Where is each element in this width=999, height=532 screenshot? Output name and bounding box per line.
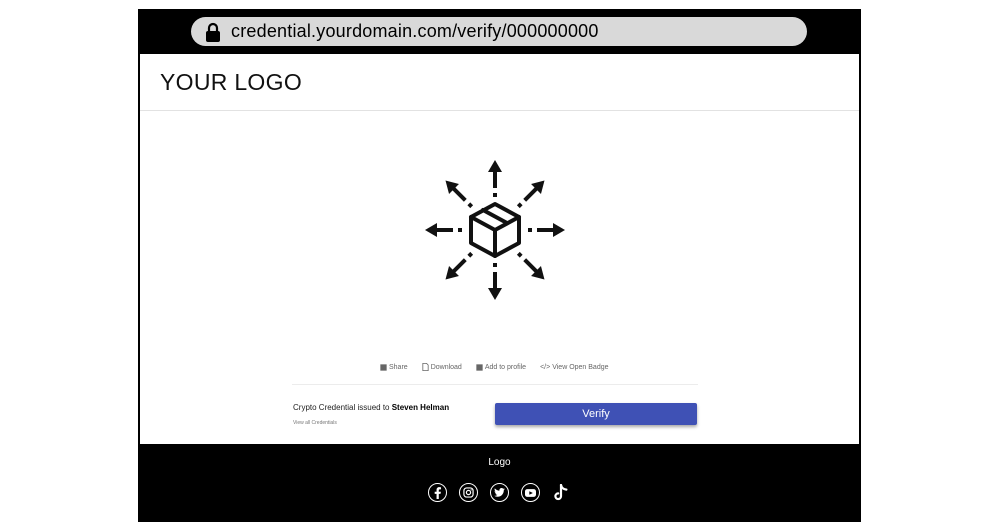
credential-actions: Share Download Add to profile </> View O… bbox=[380, 363, 609, 371]
share-icon bbox=[380, 363, 387, 371]
box-distribution-icon bbox=[425, 160, 565, 300]
divider bbox=[292, 384, 698, 385]
footer-logo[interactable]: Logo bbox=[138, 457, 861, 468]
lock-icon bbox=[205, 21, 223, 43]
credential-page: YOUR LOGO Share Download Add to profile … bbox=[140, 54, 859, 444]
issued-to-text: Crypto Credential issued to Steven Helma… bbox=[293, 403, 449, 412]
download-button[interactable]: Download bbox=[422, 363, 462, 371]
address-bar[interactable]: credential.yourdomain.com/verify/0000000… bbox=[191, 17, 807, 46]
verify-button[interactable]: Verify bbox=[495, 403, 697, 425]
add-to-profile-button[interactable]: Add to profile bbox=[476, 363, 526, 371]
view-open-badge-button[interactable]: </> View Open Badge bbox=[540, 363, 608, 371]
add-to-profile-label: Add to profile bbox=[484, 363, 527, 371]
twitter-icon[interactable] bbox=[490, 483, 509, 502]
site-header: YOUR LOGO bbox=[140, 54, 859, 111]
social-links bbox=[428, 483, 571, 502]
browser-frame: credential.yourdomain.com/verify/0000000… bbox=[138, 9, 861, 522]
issued-prefix: Crypto Credential issued to bbox=[293, 403, 392, 412]
document-icon bbox=[422, 363, 429, 371]
facebook-icon[interactable] bbox=[428, 483, 447, 502]
share-button[interactable]: Share bbox=[380, 363, 408, 371]
youtube-icon[interactable] bbox=[521, 483, 540, 502]
code-icon: </> bbox=[540, 363, 551, 371]
url-text[interactable]: credential.yourdomain.com/verify/0000000… bbox=[231, 21, 599, 42]
site-logo[interactable]: YOUR LOGO bbox=[160, 69, 302, 96]
tiktok-icon[interactable] bbox=[552, 483, 571, 502]
recipient-name: Steven Helman bbox=[391, 403, 450, 412]
view-open-badge-label: View Open Badge bbox=[552, 363, 609, 371]
view-all-credentials-link[interactable]: View all Credentials bbox=[293, 420, 337, 426]
share-label: Share bbox=[389, 363, 408, 371]
download-label: Download bbox=[430, 363, 462, 371]
instagram-icon[interactable] bbox=[459, 483, 478, 502]
profile-icon bbox=[476, 363, 483, 371]
